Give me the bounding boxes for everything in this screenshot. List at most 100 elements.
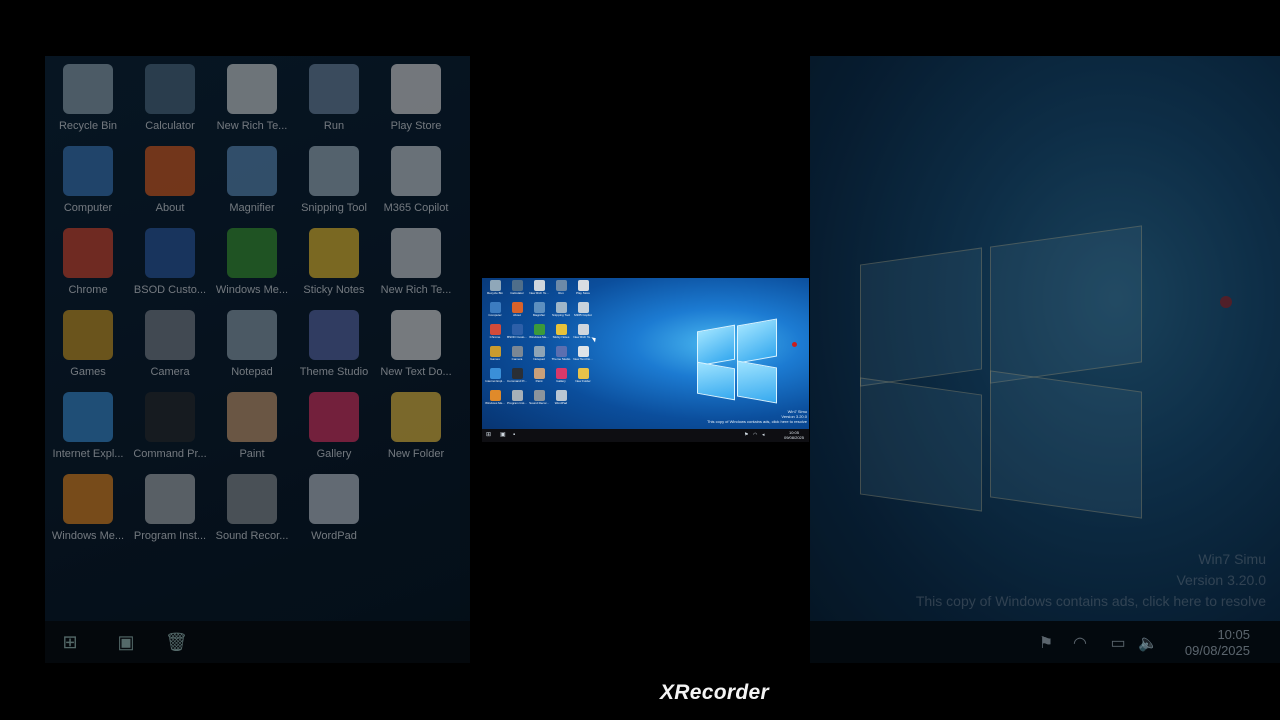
- taskbar-clock-small[interactable]: 10:05 09/08/2025: [784, 430, 804, 440]
- desktop-icon-label: Camera: [511, 357, 523, 361]
- desktop-icon-label: M365 Copilot: [574, 313, 592, 317]
- desktop-icon[interactable]: WordPad: [550, 390, 572, 405]
- desktop-icon[interactable]: Theme Studio: [550, 346, 572, 361]
- desktop-icon-label: Play Store: [576, 291, 590, 295]
- desktop-icon-label: New Folder: [575, 379, 591, 383]
- desktop-icon[interactable]: New Text Do...: [572, 346, 594, 361]
- document-icon: [577, 324, 589, 335]
- desktop-icon-label: Games: [490, 357, 500, 361]
- desktop-icon[interactable]: Play Store: [572, 280, 594, 295]
- desktop-icon-label: Chrome: [489, 335, 501, 339]
- notepad-icon: [533, 346, 545, 357]
- desktop-icon[interactable]: Camera: [506, 346, 528, 361]
- desktop-icon-label: Windows Me...: [529, 335, 549, 339]
- desktop-icon-label: Computer: [488, 313, 502, 317]
- copilot-icon: [577, 302, 589, 313]
- desktop-icon-label: Calculator: [510, 291, 524, 295]
- desktop-icon-label: Program Inst...: [507, 401, 527, 405]
- desktop-icon[interactable]: Recycle Bin: [484, 280, 506, 295]
- desktop-icon-label: New Text Do...: [573, 357, 593, 361]
- desktop-icon-label: WordPad: [554, 401, 568, 405]
- desktop-icon-label: BSOD Custo...: [507, 335, 527, 339]
- desktop-icon[interactable]: Sound Recor...: [528, 390, 550, 405]
- theme-studio-icon: [555, 346, 567, 357]
- desktop-icon-label: New Rich Te...: [529, 291, 549, 295]
- blurred-desktop-left: Recycle Bin Calculator New Rich Te... Run Pl…: [45, 56, 470, 663]
- flag-icon-small[interactable]: ⚑: [744, 432, 751, 439]
- desktop-icon[interactable]: Games: [484, 346, 506, 361]
- desktop-icon[interactable]: Sticky Notes: [550, 324, 572, 339]
- watermark-line3-small[interactable]: This copy of Windows contains ads, click…: [707, 419, 807, 424]
- run-icon: [555, 280, 567, 291]
- desktop-icon-label: Command Pr...: [506, 379, 527, 383]
- windows-flag-icon: [511, 302, 523, 313]
- desktop-icon[interactable]: Gallery: [550, 368, 572, 383]
- recycle-bin-taskbar-button[interactable]: ▪: [513, 432, 520, 439]
- activation-watermark: Win7 Simu Version 3.20.0 This copy of Wi…: [707, 409, 807, 424]
- desktop-icon[interactable]: About: [506, 302, 528, 317]
- desktop-icon[interactable]: Paint: [528, 368, 550, 383]
- desktop-icon[interactable]: Chrome: [484, 324, 506, 339]
- desktop-icon-label: Internet Expl...: [485, 379, 505, 383]
- desktop-icon-label: Gallery: [556, 379, 566, 383]
- desktop-icon-label: About: [513, 313, 521, 317]
- internet-explorer-icon: [489, 368, 501, 379]
- play-store-icon: [577, 280, 589, 291]
- media-center-icon: [533, 324, 545, 335]
- wifi-icon-small[interactable]: ◠: [753, 432, 760, 439]
- record-indicator[interactable]: [792, 342, 797, 347]
- microphone-icon: [533, 390, 545, 401]
- desktop-icon-label: Notepad: [533, 357, 545, 361]
- desktop-icon[interactable]: New Rich Te...: [528, 280, 550, 295]
- desktop-icon[interactable]: Magnifier: [528, 302, 550, 317]
- folder-icon: [577, 368, 589, 379]
- start-button[interactable]: ⊞: [486, 432, 493, 439]
- desktop-icon[interactable]: BSOD Custo...: [506, 324, 528, 339]
- desktop-icon[interactable]: Notepad: [528, 346, 550, 361]
- desktop-icon[interactable]: Program Inst...: [506, 390, 528, 405]
- installer-icon: [511, 390, 523, 401]
- calculator-icon: [511, 280, 523, 291]
- desktop-icon-label: Windows Me...: [485, 401, 505, 405]
- desktop-icon-label: Run: [558, 291, 564, 295]
- games-icon: [489, 346, 501, 357]
- desktop-icon-label: Magnifier: [532, 313, 546, 317]
- scissors-icon: [555, 302, 567, 313]
- desktop-icon-label: Recycle Bin: [487, 291, 503, 295]
- desktop-icon-label: Paint: [535, 379, 543, 383]
- desktop-icon[interactable]: Run: [550, 280, 572, 295]
- computer-icon: [489, 302, 501, 313]
- chrome-icon: [489, 324, 501, 335]
- sticky-note-icon: [555, 324, 567, 335]
- desktop-icon[interactable]: Calculator: [506, 280, 528, 295]
- recycle-bin-icon: [489, 280, 501, 291]
- desktop-screen: Recycle Bin Calculator New Rich Te... Run Pl…: [482, 278, 809, 442]
- desktop-icon[interactable]: Internet Expl...: [484, 368, 506, 383]
- magnifier-icon: [533, 302, 545, 313]
- explorer-taskbar-button[interactable]: ▣: [500, 432, 507, 439]
- command-prompt-icon: [511, 368, 523, 379]
- blurred-desktop-right: Win7 Simu Version 3.20.0 This copy of Wi…: [810, 56, 1280, 663]
- text-document-icon: [577, 346, 589, 357]
- windows-logo: [697, 318, 777, 404]
- desktop-icon[interactable]: New Folder: [572, 368, 594, 383]
- wordpad-icon: [555, 390, 567, 401]
- taskbar: ⊞ ▣ ▪ ⚑ ◠ ◂ 10:05 09/08/2025: [482, 429, 809, 442]
- gallery-icon: [555, 368, 567, 379]
- desktop-icon-label: Snipping Tool: [552, 313, 570, 317]
- monitor-icon: [511, 324, 523, 335]
- recorder-watermark: XRecorder: [660, 681, 769, 704]
- desktop-icon[interactable]: Command Pr...: [506, 368, 528, 383]
- desktop-icon[interactable]: Snipping Tool: [550, 302, 572, 317]
- desktop-icon[interactable]: Computer: [484, 302, 506, 317]
- desktop-icon[interactable]: Windows Me...: [528, 324, 550, 339]
- desktop-icon-label: Sticky Notes: [552, 335, 570, 339]
- desktop-icon-label: Theme Studio: [551, 357, 571, 361]
- document-icon: [533, 280, 545, 291]
- desktop-icon[interactable]: M365 Copilot: [572, 302, 594, 317]
- desktop-icon-label: Sound Recor...: [529, 401, 549, 405]
- media-player-icon: [489, 390, 501, 401]
- volume-icon-small[interactable]: ◂: [762, 432, 769, 439]
- clock-date-small: 09/08/2025: [783, 435, 804, 440]
- desktop-icon[interactable]: Windows Me...: [484, 390, 506, 405]
